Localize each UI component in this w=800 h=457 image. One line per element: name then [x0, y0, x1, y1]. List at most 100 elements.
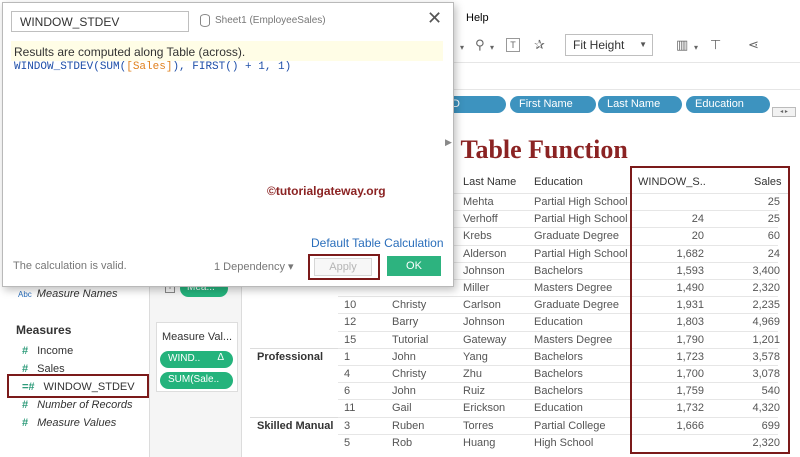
cell-education: Bachelors — [534, 385, 583, 398]
measure-values-card: Measure Val... WIND.. Δ SUM(Sale.. — [156, 322, 238, 392]
row-group-label[interactable]: Professional — [257, 351, 323, 363]
string-type-icon: Abc — [18, 290, 32, 299]
pill-sum-sales-label: SUM(Sale.. — [168, 374, 220, 385]
field-income-label: Income — [37, 345, 74, 357]
field-measure-values-label: Measure Values — [37, 417, 117, 429]
cell-id: 1 — [344, 350, 351, 363]
cell-id: 10 — [344, 299, 357, 312]
column-pill-last-name-label: Last Name — [607, 98, 661, 110]
formula-text[interactable]: WINDOW_STDEV(SUM([Sales]), FIRST() + 1, … — [14, 61, 291, 73]
cell-first-name: Tutorial — [392, 333, 429, 346]
cell-education: Graduate Degree — [534, 299, 619, 312]
measure-values-pill-sum-sales[interactable]: SUM(Sale.. — [160, 372, 233, 389]
cell-id: 3 — [344, 419, 351, 432]
column-pill-education[interactable]: Education — [686, 96, 770, 113]
cell-education: Bachelors — [534, 350, 583, 363]
group-divider — [250, 416, 338, 418]
watermark: ©tutorialgateway.org — [267, 184, 386, 198]
column-pill-last-name[interactable]: Last Name — [598, 96, 682, 113]
ok-button[interactable]: OK — [387, 256, 441, 276]
column-pill-education-label: Education — [695, 98, 744, 110]
cell-last-name: Johnson — [463, 316, 505, 329]
formula-field-sales: [Sales] — [126, 61, 173, 73]
field-number-of-records-label: Number of Records — [37, 399, 133, 411]
cell-first-name: Gail — [392, 402, 412, 415]
fit-select[interactable]: Fit Height ▼ — [565, 34, 653, 56]
data-pane: Abc Measure Names Measures # Income # Sales… — [0, 280, 150, 457]
shelf-scroll-buttons[interactable]: ◂ ▸ — [772, 107, 796, 117]
dependency-dropdown[interactable]: 1 Dependency ▾ — [214, 260, 294, 273]
cell-id: 5 — [344, 436, 351, 449]
cell-first-name: Christy — [392, 368, 427, 380]
cell-first-name: Barry — [392, 316, 419, 329]
text-box-icon[interactable]: T — [506, 38, 520, 52]
cell-first-name: John — [392, 385, 416, 398]
cell-last-name: Johnson — [463, 264, 505, 277]
group-divider — [250, 347, 338, 349]
cell-last-name: Zhu — [463, 368, 482, 380]
cell-last-name: Alderson — [463, 247, 507, 260]
field-measure-names[interactable]: Abc Measure Names — [18, 288, 118, 300]
cell-education: Bachelors — [534, 368, 583, 380]
default-table-calculation-link[interactable]: Default Table Calculation — [311, 236, 444, 250]
column-pill-first-name[interactable]: First Name — [510, 96, 596, 113]
toolbar: ▾ ⚲ ▾ T ✰ Fit Height ▼ ▥ ▾ ⊤ ⋖ — [440, 30, 800, 60]
show-me-icon[interactable]: ▥ — [676, 38, 688, 52]
datasource-label: Sheet1 (EmployeeSales) — [215, 15, 326, 26]
field-income[interactable]: # Income — [22, 345, 73, 357]
table-calc-info: Results are computed along Table (across… — [14, 45, 246, 59]
cell-education: Partial High School — [534, 196, 628, 208]
fit-select-value: Fit Height — [573, 38, 625, 52]
dependency-label: 1 Dependency — [214, 261, 285, 273]
share-icon[interactable]: ⋖ — [748, 38, 759, 52]
menu-help[interactable]: Help — [466, 12, 489, 24]
measures-heading: Measures — [16, 323, 72, 337]
row-group-label[interactable]: Skilled Manual — [257, 420, 333, 432]
cell-last-name: Miller — [463, 282, 490, 294]
rows-shelf — [440, 62, 800, 90]
cell-education: High School — [534, 436, 594, 449]
presentation-icon[interactable]: ⊤ — [710, 38, 721, 52]
cell-last-name: Ruiz — [463, 385, 486, 398]
cell-last-name: Huang — [463, 436, 496, 449]
cell-last-name: Krebs — [463, 230, 492, 243]
cell-education: Masters Degree — [534, 333, 613, 346]
sheet-title: u Table Function — [440, 135, 628, 164]
field-measure-values[interactable]: # Measure Values — [22, 417, 116, 429]
cell-education: Graduate Degree — [534, 230, 619, 243]
cell-last-name: Gateway — [463, 333, 507, 346]
attach-icon[interactable]: ⚲ — [475, 38, 485, 52]
expand-panel-icon[interactable]: ▶ — [445, 137, 452, 148]
cell-first-name: Christy — [392, 299, 427, 312]
cell-education: Partial College — [534, 419, 606, 432]
close-icon[interactable]: ✕ — [427, 9, 442, 27]
apply-button[interactable]: Apply — [314, 258, 372, 276]
formula-part-a: WINDOW_STDEV(SUM( — [14, 61, 127, 73]
table-calc-delta-icon: Δ — [217, 352, 224, 363]
highlight-window-stdev-column — [630, 166, 790, 454]
pin-icon[interactable]: ✰ — [534, 38, 545, 52]
cell-first-name: Rob — [392, 436, 413, 449]
dropdown-arrow-icon-3[interactable]: ▾ — [694, 41, 698, 55]
dropdown-arrow-icon[interactable]: ▾ — [460, 41, 464, 55]
measure-hash-icon: # — [22, 417, 29, 429]
header-last-name[interactable]: Last Name — [463, 176, 516, 188]
header-education[interactable]: Education — [534, 176, 583, 188]
measure-values-card-title: Measure Val... — [162, 331, 233, 343]
column-pill-first-name-label: First Name — [519, 98, 573, 110]
cell-first-name: John — [392, 350, 416, 363]
calculation-status: The calculation is valid. — [13, 260, 127, 272]
cell-id: 6 — [344, 385, 351, 398]
highlight-apply-button: Apply — [308, 254, 380, 280]
chevron-down-icon: ▾ — [288, 261, 294, 273]
cell-education: Bachelors — [534, 264, 583, 277]
field-number-of-records[interactable]: # Number of Records — [22, 399, 133, 411]
measure-hash-icon: # — [22, 399, 29, 411]
measure-values-pill-window-stdev[interactable]: WIND.. Δ — [160, 351, 233, 368]
dropdown-arrow-icon-2[interactable]: ▾ — [490, 41, 494, 55]
chevron-down-icon: ▼ — [639, 40, 647, 49]
formula-part-b: ), FIRST() + 1, 1) — [172, 61, 292, 73]
calculation-name-input[interactable]: WINDOW_STDEV — [11, 11, 189, 32]
cell-education: Masters Degree — [534, 282, 613, 294]
formula-editor[interactable]: Results are computed along Table (across… — [11, 41, 443, 251]
